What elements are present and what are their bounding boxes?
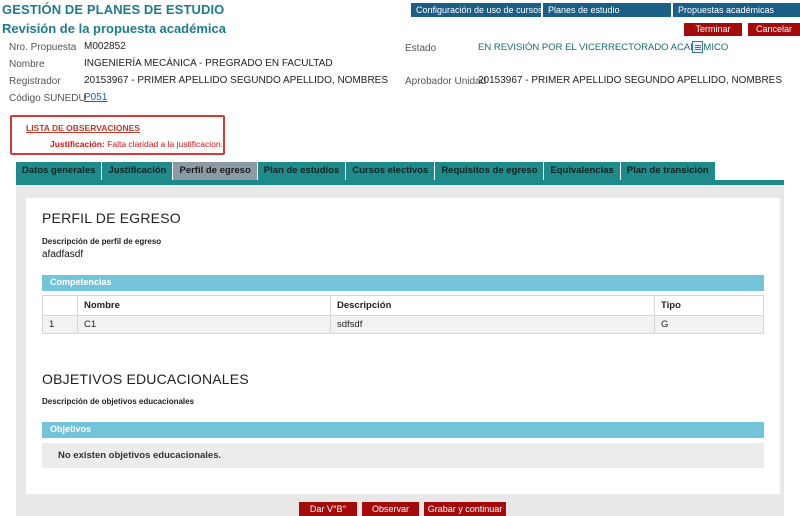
observacion-item-label: Justificación: xyxy=(50,139,105,149)
perfil-heading: PERFIL DE EGRESO xyxy=(42,210,181,226)
observar-button[interactable]: Observar xyxy=(362,502,419,516)
column-header-index xyxy=(42,295,78,316)
competencias-header: Competencias xyxy=(42,275,764,291)
dar-visto-bueno-button[interactable]: Dar V°B° xyxy=(299,502,357,516)
registrador-label: Registrador xyxy=(9,76,61,87)
nombre-label: Nombre xyxy=(9,59,45,70)
app-title: GESTIÓN DE PLANES DE ESTUDIO xyxy=(2,2,225,17)
tab-plan-estudios[interactable]: Plan de estudios xyxy=(257,162,347,180)
registrador-value: 20153967 - PRIMER APELLIDO SEGUNDO APELL… xyxy=(84,75,389,86)
top-nav: Configuración de uso de cursos Planes de… xyxy=(411,3,800,17)
nav-planes-estudio[interactable]: Planes de estudio xyxy=(543,3,673,17)
terminar-button[interactable]: Terminar xyxy=(684,23,742,36)
tab-justificacion[interactable]: Justificación xyxy=(102,162,174,180)
column-header-tipo: Tipo xyxy=(654,295,764,316)
tab-requisitos-egreso[interactable]: Requisitos de egreso xyxy=(435,162,545,180)
tab-perfil-egreso[interactable]: Perfil de egreso xyxy=(173,162,258,180)
tab-bar: Datos generales Justificación Perfil de … xyxy=(16,162,716,180)
cell-descripcion: sdfsdf xyxy=(330,315,655,334)
grabar-continuar-button[interactable]: Grabar y continuar xyxy=(424,502,506,516)
competencias-header-row: Nombre Descripción Tipo xyxy=(42,295,764,316)
column-header-descripcion: Descripción xyxy=(330,295,655,316)
table-row[interactable]: 1 C1 sdfsdf G xyxy=(42,315,764,334)
page-title: Revisión de la propuesta académica xyxy=(2,21,226,36)
perfil-desc-value: afadfasdf xyxy=(42,249,84,260)
cell-nombre: C1 xyxy=(77,315,331,334)
nro-propuesta-label: Nro. Propuesta xyxy=(9,42,77,53)
perfil-desc-label: Descripción de perfil de egreso xyxy=(42,237,162,246)
document-icon[interactable] xyxy=(692,41,703,53)
observacion-item: Justificación: Falta claridad a la justi… xyxy=(50,139,223,149)
objetivos-heading: OBJETIVOS EDUCACIONALES xyxy=(42,371,249,387)
observaciones-title[interactable]: LISTA DE OBSERVACIONES xyxy=(26,123,140,133)
tab-plan-transicion[interactable]: Plan de transición xyxy=(620,162,716,180)
cell-index: 1 xyxy=(42,315,78,334)
nav-propuestas-academicas[interactable]: Propuestas académicas xyxy=(673,3,800,17)
codigo-sunedu-value-wrap: P051 xyxy=(84,92,107,103)
nombre-value: INGENIERÍA MECÁNICA - PREGRADO EN FACULT… xyxy=(84,58,333,69)
competencias-table: Nombre Descripción Tipo 1 C1 sdfsdf G xyxy=(42,295,764,334)
objetivos-empty-message: No existen objetivos educacionales. xyxy=(42,443,764,468)
objetivos-desc-label: Descripción de objetivos educacionales xyxy=(42,397,195,406)
codigo-sunedu-link[interactable]: P051 xyxy=(84,92,107,103)
aprobador-value: 20153967 - PRIMER APELLIDO SEGUNDO APELL… xyxy=(478,75,783,86)
aprobador-label: Aprobador Unidad xyxy=(405,76,487,87)
estado-value: EN REVISIÓN POR EL VICERRECTORADO ACADÉM… xyxy=(478,42,729,53)
nav-config-uso-cursos[interactable]: Configuración de uso de cursos xyxy=(411,3,543,17)
tab-datos-generales[interactable]: Datos generales xyxy=(16,162,103,180)
observaciones-box: LISTA DE OBSERVACIONES Justificación: Fa… xyxy=(10,115,225,155)
nro-propuesta-value: M002852 xyxy=(84,41,126,52)
cell-tipo: G xyxy=(654,315,764,334)
column-header-nombre: Nombre xyxy=(77,295,331,316)
tab-equivalencias[interactable]: Equivalencias xyxy=(544,162,621,180)
tab-cursos-electivos[interactable]: Cursos electivos xyxy=(346,162,436,180)
codigo-sunedu-label: Código SUNEDU xyxy=(9,93,86,104)
estado-label: Estado xyxy=(405,43,437,54)
objetivos-header: Objetivos xyxy=(42,422,764,438)
observacion-item-text: Falta claridad a la justificacion. xyxy=(107,139,223,149)
cancelar-button[interactable]: Cancelar xyxy=(748,23,800,36)
